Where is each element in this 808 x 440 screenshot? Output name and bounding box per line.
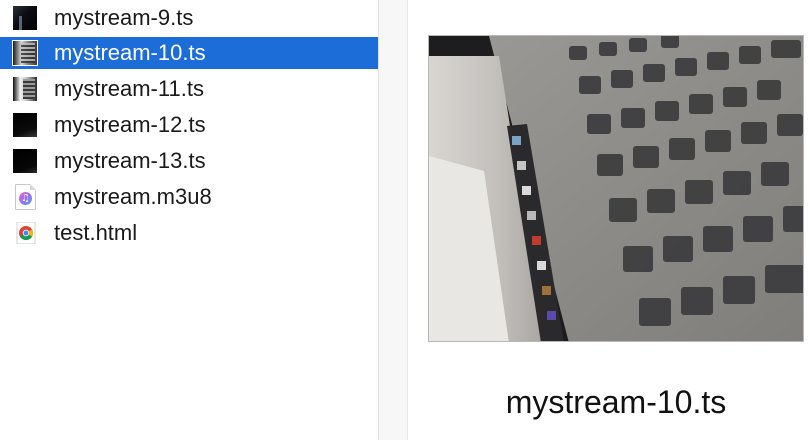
- file-name: mystream-13.ts: [54, 148, 206, 173]
- file-name: mystream-12.ts: [54, 112, 206, 137]
- file-name: mystream-9.ts: [54, 5, 194, 30]
- file-row-test-html[interactable]: test.html: [0, 217, 378, 249]
- file-row-mystream-11[interactable]: mystream-11.ts: [0, 73, 378, 105]
- file-row-mystream-m3u8[interactable]: ♫ mystream.m3u8: [0, 181, 378, 213]
- keyboard-video-frame: [429, 36, 803, 341]
- playlist-document-icon: ♫: [15, 184, 36, 210]
- chrome-html-icon: [16, 222, 36, 244]
- video-thumbnail-icon: [13, 6, 37, 30]
- preview-file-name: mystream-10.ts: [505, 384, 727, 420]
- file-name: test.html: [54, 220, 138, 245]
- file-row-mystream-9[interactable]: mystream-9.ts: [0, 2, 378, 34]
- video-thumbnail-icon: [13, 149, 37, 173]
- file-name: mystream-10.ts: [54, 40, 206, 65]
- video-preview-image[interactable]: [428, 35, 804, 342]
- finder-column-view: mystream-9.ts mystream-10.ts mystream-11…: [0, 0, 808, 440]
- file-row-mystream-13[interactable]: mystream-13.ts: [0, 145, 378, 177]
- file-name: mystream.m3u8: [54, 184, 212, 209]
- file-row-mystream-12[interactable]: mystream-12.ts: [0, 109, 378, 141]
- preview-pane: mystream-10.ts: [408, 0, 808, 440]
- video-thumbnail-icon: [13, 113, 37, 137]
- file-list: mystream-9.ts mystream-10.ts mystream-11…: [0, 0, 378, 440]
- video-thumbnail-icon: [13, 77, 37, 101]
- column-resize-gutter[interactable]: [379, 0, 408, 440]
- video-thumbnail-icon: [12, 40, 38, 66]
- file-name: mystream-11.ts: [54, 76, 204, 101]
- file-row-mystream-10[interactable]: mystream-10.ts: [0, 37, 378, 69]
